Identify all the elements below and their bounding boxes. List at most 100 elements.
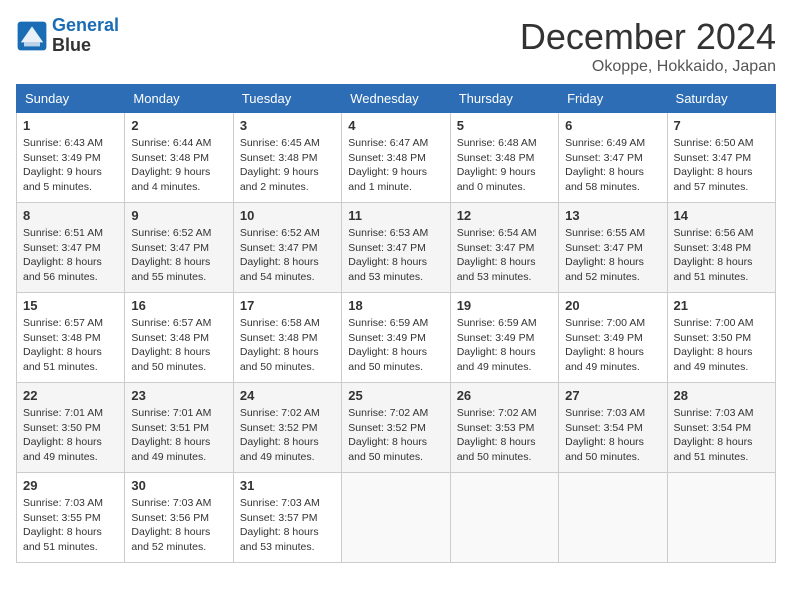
empty-cell: [342, 473, 450, 563]
day-info: Sunrise: 6:59 AM Sunset: 3:49 PM Dayligh…: [348, 316, 443, 375]
day-info: Sunrise: 6:52 AM Sunset: 3:47 PM Dayligh…: [131, 226, 226, 285]
calendar-day-cell: 22 Sunrise: 7:01 AM Sunset: 3:50 PM Dayli…: [17, 383, 125, 473]
day-info: Sunrise: 6:53 AM Sunset: 3:47 PM Dayligh…: [348, 226, 443, 285]
calendar-day-cell: 24Sunrise: 7:02 AM Sunset: 3:52 PM Dayli…: [233, 383, 341, 473]
day-info: Sunrise: 6:51 AM Sunset: 3:47 PM Dayligh…: [23, 226, 118, 285]
day-info: Sunrise: 7:03 AM Sunset: 3:54 PM Dayligh…: [565, 406, 660, 465]
day-number: 26: [457, 388, 552, 403]
calendar-week-row: 15 Sunrise: 6:57 AM Sunset: 3:48 PM Dayli…: [17, 293, 776, 383]
day-info: Sunrise: 6:45 AM Sunset: 3:48 PM Dayligh…: [240, 136, 335, 195]
day-info: Sunrise: 6:57 AM Sunset: 3:48 PM Dayligh…: [23, 316, 118, 375]
calendar-day-cell: 28 Sunrise: 7:03 AM Sunset: 3:54 PM Dayli…: [667, 383, 775, 473]
day-info: Sunrise: 6:59 AM Sunset: 3:49 PM Dayligh…: [457, 316, 552, 375]
day-info: Sunrise: 6:58 AM Sunset: 3:48 PM Dayligh…: [240, 316, 335, 375]
weekday-header-friday: Friday: [559, 85, 667, 113]
calendar-day-cell: 18 Sunrise: 6:59 AM Sunset: 3:49 PM Dayli…: [342, 293, 450, 383]
day-info: Sunrise: 7:03 AM Sunset: 3:55 PM Dayligh…: [23, 496, 118, 555]
day-info: Sunrise: 7:01 AM Sunset: 3:51 PM Dayligh…: [131, 406, 226, 465]
weekday-header-thursday: Thursday: [450, 85, 558, 113]
day-info: Sunrise: 6:48 AM Sunset: 3:48 PM Dayligh…: [457, 136, 552, 195]
day-info: Sunrise: 6:47 AM Sunset: 3:48 PM Dayligh…: [348, 136, 443, 195]
day-info: Sunrise: 6:49 AM Sunset: 3:47 PM Dayligh…: [565, 136, 660, 195]
logo-line2: Blue: [52, 36, 119, 56]
calendar-day-cell: 15 Sunrise: 6:57 AM Sunset: 3:48 PM Dayli…: [17, 293, 125, 383]
calendar-subtitle: Okoppe, Hokkaido, Japan: [520, 58, 776, 76]
day-number: 10: [240, 208, 335, 223]
day-number: 7: [674, 118, 769, 133]
calendar-week-row: 29 Sunrise: 7:03 AM Sunset: 3:55 PM Dayli…: [17, 473, 776, 563]
logo: General Blue: [16, 16, 119, 56]
calendar-day-cell: 16Sunrise: 6:57 AM Sunset: 3:48 PM Dayli…: [125, 293, 233, 383]
day-number: 19: [457, 298, 552, 313]
day-number: 29: [23, 478, 118, 493]
day-number: 27: [565, 388, 660, 403]
calendar-table: SundayMondayTuesdayWednesdayThursdayFrid…: [16, 84, 776, 563]
weekday-header-sunday: Sunday: [17, 85, 125, 113]
day-info: Sunrise: 6:56 AM Sunset: 3:48 PM Dayligh…: [674, 226, 769, 285]
day-number: 16: [131, 298, 226, 313]
day-info: Sunrise: 7:02 AM Sunset: 3:53 PM Dayligh…: [457, 406, 552, 465]
calendar-day-cell: 8 Sunrise: 6:51 AM Sunset: 3:47 PM Daylig…: [17, 203, 125, 293]
day-number: 3: [240, 118, 335, 133]
day-number: 25: [348, 388, 443, 403]
calendar-day-cell: 14 Sunrise: 6:56 AM Sunset: 3:48 PM Dayli…: [667, 203, 775, 293]
day-info: Sunrise: 6:44 AM Sunset: 3:48 PM Dayligh…: [131, 136, 226, 195]
day-info: Sunrise: 7:03 AM Sunset: 3:57 PM Dayligh…: [240, 496, 335, 555]
day-number: 31: [240, 478, 335, 493]
weekday-header-tuesday: Tuesday: [233, 85, 341, 113]
day-number: 30: [131, 478, 226, 493]
calendar-title: December 2024: [520, 16, 776, 58]
day-info: Sunrise: 7:03 AM Sunset: 3:54 PM Dayligh…: [674, 406, 769, 465]
day-number: 20: [565, 298, 660, 313]
logo-text: General Blue: [52, 16, 119, 56]
day-number: 18: [348, 298, 443, 313]
day-number: 11: [348, 208, 443, 223]
empty-cell: [450, 473, 558, 563]
day-number: 8: [23, 208, 118, 223]
calendar-day-cell: 12 Sunrise: 6:54 AM Sunset: 3:47 PM Dayli…: [450, 203, 558, 293]
day-info: Sunrise: 7:00 AM Sunset: 3:50 PM Dayligh…: [674, 316, 769, 375]
calendar-day-cell: 17 Sunrise: 6:58 AM Sunset: 3:48 PM Dayli…: [233, 293, 341, 383]
calendar-day-cell: 21Sunrise: 7:00 AM Sunset: 3:50 PM Dayli…: [667, 293, 775, 383]
day-info: Sunrise: 6:55 AM Sunset: 3:47 PM Dayligh…: [565, 226, 660, 285]
empty-cell: [667, 473, 775, 563]
calendar-day-cell: 13Sunrise: 6:55 AM Sunset: 3:47 PM Dayli…: [559, 203, 667, 293]
day-number: 15: [23, 298, 118, 313]
calendar-day-cell: 2Sunrise: 6:44 AM Sunset: 3:48 PM Daylig…: [125, 113, 233, 203]
calendar-day-cell: 20 Sunrise: 7:00 AM Sunset: 3:49 PM Dayli…: [559, 293, 667, 383]
day-info: Sunrise: 7:02 AM Sunset: 3:52 PM Dayligh…: [348, 406, 443, 465]
day-info: Sunrise: 7:00 AM Sunset: 3:49 PM Dayligh…: [565, 316, 660, 375]
day-number: 4: [348, 118, 443, 133]
day-number: 14: [674, 208, 769, 223]
calendar-week-row: 8 Sunrise: 6:51 AM Sunset: 3:47 PM Daylig…: [17, 203, 776, 293]
logo-icon: [16, 20, 48, 52]
weekday-header-saturday: Saturday: [667, 85, 775, 113]
day-number: 12: [457, 208, 552, 223]
weekday-header-wednesday: Wednesday: [342, 85, 450, 113]
day-info: Sunrise: 6:54 AM Sunset: 3:47 PM Dayligh…: [457, 226, 552, 285]
calendar-day-cell: 26 Sunrise: 7:02 AM Sunset: 3:53 PM Dayli…: [450, 383, 558, 473]
calendar-day-cell: 7 Sunrise: 6:50 AM Sunset: 3:47 PM Daylig…: [667, 113, 775, 203]
calendar-day-cell: 10 Sunrise: 6:52 AM Sunset: 3:47 PM Dayli…: [233, 203, 341, 293]
calendar-day-cell: 9Sunrise: 6:52 AM Sunset: 3:47 PM Daylig…: [125, 203, 233, 293]
calendar-day-cell: 11 Sunrise: 6:53 AM Sunset: 3:47 PM Dayli…: [342, 203, 450, 293]
weekday-header-monday: Monday: [125, 85, 233, 113]
calendar-day-cell: 4 Sunrise: 6:47 AM Sunset: 3:48 PM Daylig…: [342, 113, 450, 203]
page-header: General Blue December 2024 Okoppe, Hokka…: [16, 16, 776, 76]
calendar-week-row: 22 Sunrise: 7:01 AM Sunset: 3:50 PM Dayli…: [17, 383, 776, 473]
calendar-week-row: 1Sunrise: 6:43 AM Sunset: 3:49 PM Daylig…: [17, 113, 776, 203]
day-number: 1: [23, 118, 118, 133]
day-info: Sunrise: 6:52 AM Sunset: 3:47 PM Dayligh…: [240, 226, 335, 285]
day-number: 17: [240, 298, 335, 313]
day-number: 22: [23, 388, 118, 403]
day-info: Sunrise: 6:50 AM Sunset: 3:47 PM Dayligh…: [674, 136, 769, 195]
day-info: Sunrise: 7:01 AM Sunset: 3:50 PM Dayligh…: [23, 406, 118, 465]
day-info: Sunrise: 7:03 AM Sunset: 3:56 PM Dayligh…: [131, 496, 226, 555]
calendar-day-cell: 19 Sunrise: 6:59 AM Sunset: 3:49 PM Dayli…: [450, 293, 558, 383]
day-info: Sunrise: 7:02 AM Sunset: 3:52 PM Dayligh…: [240, 406, 335, 465]
logo-line1: General: [52, 15, 119, 35]
day-number: 28: [674, 388, 769, 403]
calendar-day-cell: 23Sunrise: 7:01 AM Sunset: 3:51 PM Dayli…: [125, 383, 233, 473]
calendar-day-cell: 30 Sunrise: 7:03 AM Sunset: 3:56 PM Dayli…: [125, 473, 233, 563]
calendar-day-cell: 1Sunrise: 6:43 AM Sunset: 3:49 PM Daylig…: [17, 113, 125, 203]
